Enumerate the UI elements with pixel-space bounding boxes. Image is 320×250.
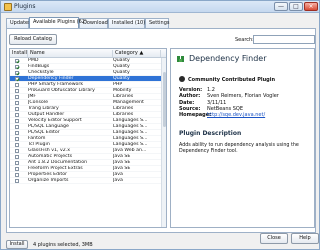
- category-column-header[interactable]: Category ▲: [113, 50, 161, 57]
- install-checkbox[interactable]: [15, 59, 19, 63]
- plugin-rows: PMD Quality FindBugs Quality Checkstyle Qua…: [10, 58, 166, 184]
- install-button[interactable]: Install: [6, 240, 28, 249]
- plugin-description-heading: Plugin Description: [179, 130, 242, 137]
- install-checkbox[interactable]: [15, 95, 19, 99]
- install-checkbox[interactable]: [15, 119, 19, 123]
- install-checkbox[interactable]: [15, 65, 19, 69]
- install-checkbox[interactable]: [15, 113, 19, 117]
- table-row[interactable]: Organize Imports Java: [10, 178, 166, 184]
- tab-installed[interactable]: Installed (10): [108, 18, 145, 28]
- help-button[interactable]: Help: [291, 233, 319, 244]
- plugins-window: Plugins — □ × Updates Available Plugins …: [0, 0, 320, 250]
- install-checkbox[interactable]: [15, 107, 19, 111]
- install-checkbox[interactable]: [15, 173, 19, 177]
- source-value: NetBeans SQE: [207, 105, 243, 112]
- install-column-header[interactable]: Install: [10, 50, 28, 57]
- category-header-label: Category: [115, 50, 138, 56]
- plugin-category: Java: [113, 178, 123, 183]
- plugin-description: Adds ability to run dependency analysis …: [179, 143, 299, 154]
- maximize-button[interactable]: □: [289, 2, 303, 11]
- community-icon: [179, 76, 185, 82]
- install-checkbox[interactable]: [15, 77, 19, 81]
- community-label: Community Contributed Plugin: [188, 77, 276, 83]
- scrollbar-thumb[interactable]: [163, 72, 166, 127]
- selection-status: 4 plugins selected, 3MB: [33, 242, 93, 248]
- plugins-table[interactable]: Install Name Category ▲ PMD Quality FindB…: [9, 48, 167, 228]
- homepage-line: Homepage:http://sqe.dev.java.net/: [179, 112, 279, 118]
- tab-updates[interactable]: Updates: [6, 18, 31, 28]
- table-scrollbar[interactable]: [161, 58, 166, 227]
- sort-ascending-icon: ▲: [139, 50, 144, 56]
- install-checkbox[interactable]: [15, 155, 19, 159]
- title-bar[interactable]: Plugins — □ ×: [1, 1, 319, 13]
- install-checkbox[interactable]: [15, 89, 19, 93]
- window-title: Plugins: [14, 3, 36, 10]
- install-checkbox[interactable]: [15, 149, 19, 153]
- date-value: 3/11/11: [207, 99, 227, 106]
- table-header: Install Name Category ▲: [10, 49, 166, 58]
- close-window-button[interactable]: ×: [304, 2, 318, 11]
- install-checkbox[interactable]: [15, 125, 19, 129]
- tab-strip: Updates Available Plugins (62) Downloade…: [6, 17, 316, 28]
- tab-available-plugins[interactable]: Available Plugins (62): [29, 17, 87, 28]
- name-column-header[interactable]: Name: [28, 50, 113, 57]
- author-value: Sven Reimers, Florian Vogler: [207, 93, 279, 100]
- homepage-link[interactable]: http://sqe.dev.java.net/: [207, 112, 265, 118]
- puzzle-plugin-icon: [177, 56, 184, 62]
- homepage-label: Homepage:: [179, 112, 212, 119]
- available-plugins-panel: Reload Catalog Search: Install Name Cate…: [6, 28, 316, 233]
- close-button[interactable]: Close: [260, 233, 288, 244]
- tab-settings[interactable]: Settings: [145, 18, 170, 28]
- install-checkbox[interactable]: [15, 143, 19, 147]
- install-checkbox[interactable]: [15, 83, 19, 87]
- install-checkbox[interactable]: [15, 137, 19, 141]
- plugin-details-panel: Dependency Finder Community Contributed …: [170, 48, 315, 228]
- install-checkbox[interactable]: [15, 101, 19, 105]
- reload-catalog-button[interactable]: Reload Catalog: [9, 34, 57, 45]
- install-checkbox[interactable]: [15, 131, 19, 135]
- plugin-title: Dependency Finder: [189, 54, 267, 63]
- install-checkbox[interactable]: [15, 71, 19, 75]
- install-checkbox[interactable]: [15, 179, 19, 183]
- community-plugin-line: Community Contributed Plugin: [179, 76, 275, 83]
- install-checkbox[interactable]: [15, 167, 19, 171]
- plugin-window-icon: [4, 3, 12, 11]
- plugin-name: Organize Imports: [28, 178, 69, 183]
- version-value: 1.2: [207, 87, 215, 93]
- minimize-button[interactable]: —: [274, 2, 288, 11]
- install-checkbox[interactable]: [15, 161, 19, 165]
- search-label: Search:: [235, 37, 254, 43]
- plugin-metadata: Version: 1.2 Author: Sven Reimers, Florian…: [179, 87, 279, 118]
- plugin-details-header: Dependency Finder: [176, 54, 308, 70]
- search-input[interactable]: [253, 35, 315, 44]
